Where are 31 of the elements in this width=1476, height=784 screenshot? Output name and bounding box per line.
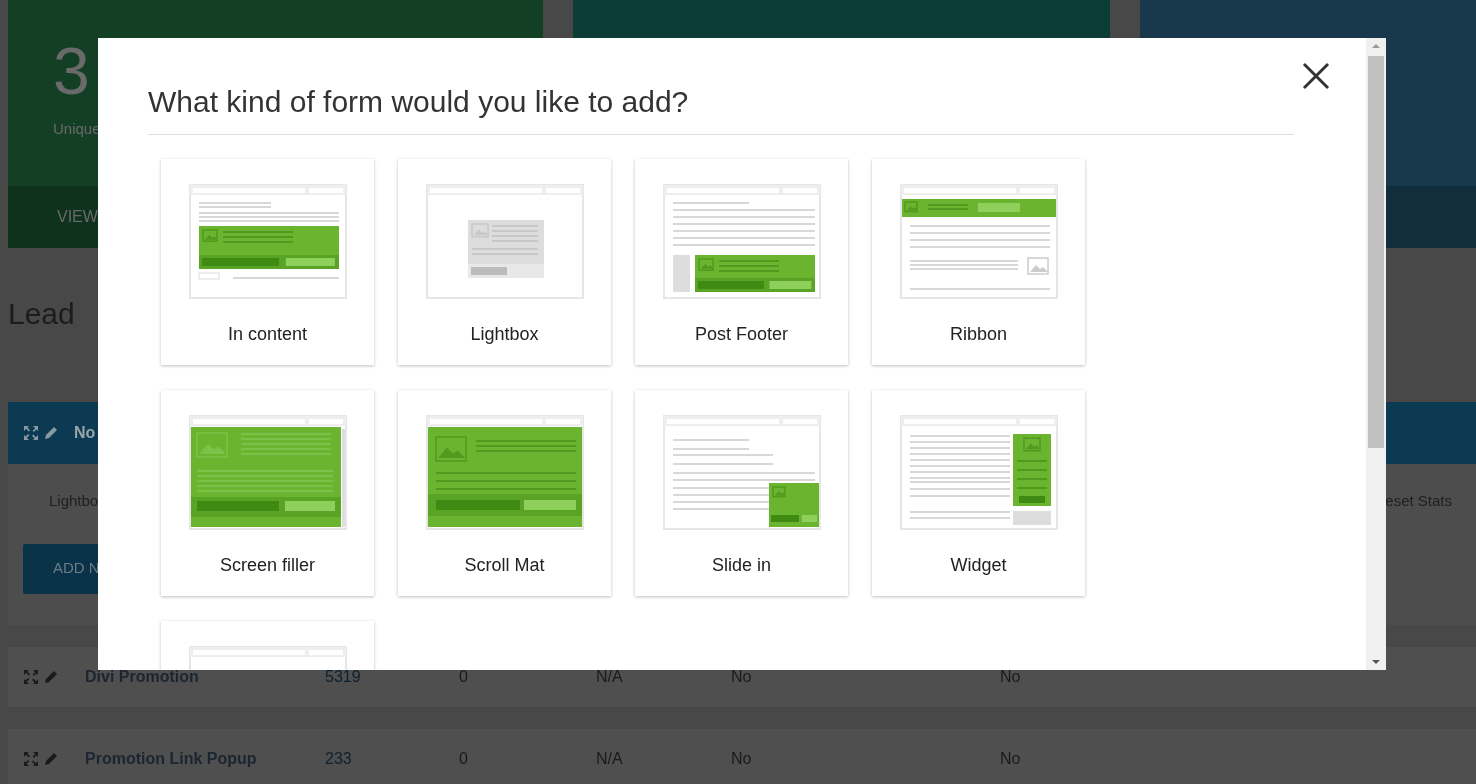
table-cell-text: 5319 [325,667,362,687]
form-type-card[interactable]: Screen filler [161,390,374,596]
form-type-label: Ribbon [949,323,1007,346]
scrollbar-thumb[interactable] [1368,56,1384,448]
form-type-card[interactable]: Widget [872,390,1085,596]
form-type-label: Post Footer [694,323,788,346]
close-button[interactable] [1302,62,1330,90]
expand-icon[interactable] [24,670,38,684]
form-type-card[interactable]: In content [161,159,374,365]
stat-label: Unique [53,119,101,139]
modal-title: What kind of form would you like to add? [148,84,690,120]
form-type-card[interactable]: Scroll Mat [398,390,611,596]
form-type-label: Widget [950,554,1007,577]
form-type-card[interactable]: Post Footer [635,159,848,365]
stat-value: 3 [53,38,90,104]
form-type-label: Scroll Mat [464,554,545,577]
pencil-icon[interactable] [44,752,58,766]
close-icon [1302,62,1330,90]
form-type-card[interactable]: Lightbox [398,159,611,365]
form-name: No [74,423,96,443]
form-type-card[interactable]: Ribbon [872,159,1085,365]
expand-icon[interactable] [24,426,38,440]
form-type-label: Screen filler [219,554,315,577]
pencil-icon[interactable] [44,426,58,440]
form-type-label: Lightbox [470,323,539,346]
form-type-label: Slide in [711,554,771,577]
pencil-icon[interactable] [44,670,58,684]
table-cell-text: 233 [325,749,353,769]
form-type-label: In content [227,323,308,346]
form-type-card[interactable]: Slide in [635,390,848,596]
expand-icon[interactable] [24,752,38,766]
